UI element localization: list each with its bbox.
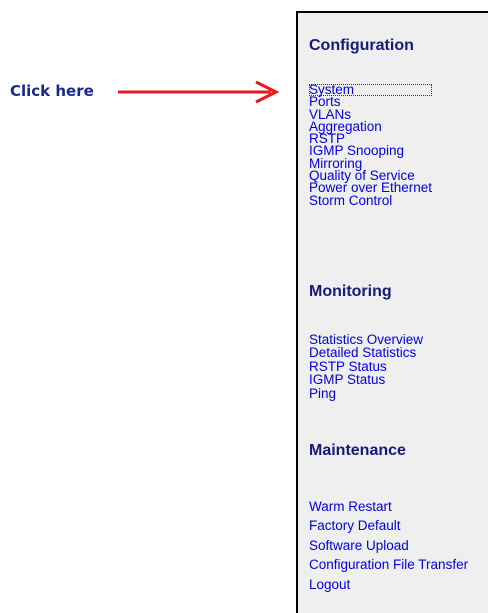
nav-link-igmp-status[interactable]: IGMP Status: [309, 373, 423, 387]
navigation-menu: Configuration System Ports VLANs Aggrega…: [296, 11, 488, 613]
nav-link-detailed-statistics[interactable]: Detailed Statistics: [309, 346, 423, 360]
maintenance-heading: Maintenance: [309, 442, 406, 459]
nav-link-warm-restart[interactable]: Warm Restart: [309, 497, 468, 516]
nav-link-ping[interactable]: Ping: [309, 386, 423, 400]
configuration-heading: Configuration: [309, 37, 414, 54]
nav-link-software-upload[interactable]: Software Upload: [309, 536, 468, 555]
nav-link-statistics-overview[interactable]: Statistics Overview: [309, 333, 423, 347]
monitoring-links: Statistics Overview Detailed Statistics …: [309, 333, 423, 401]
callout-annotation: Click here: [10, 78, 290, 108]
nav-link-logout[interactable]: Logout: [309, 575, 468, 594]
nav-link-configuration-file-transfer[interactable]: Configuration File Transfer: [309, 555, 468, 574]
maintenance-links: Warm Restart Factory Default Software Up…: [309, 497, 468, 594]
configuration-links: System Ports VLANs Aggregation RSTP IGMP…: [309, 83, 433, 207]
right-arrow-icon: [118, 80, 280, 104]
nav-link-storm-control[interactable]: Storm Control: [309, 193, 432, 207]
nav-link-rstp-status[interactable]: RSTP Status: [309, 359, 423, 373]
monitoring-heading: Monitoring: [309, 283, 392, 300]
nav-link-factory-default[interactable]: Factory Default: [309, 516, 468, 535]
callout-label: Click here: [10, 82, 94, 100]
